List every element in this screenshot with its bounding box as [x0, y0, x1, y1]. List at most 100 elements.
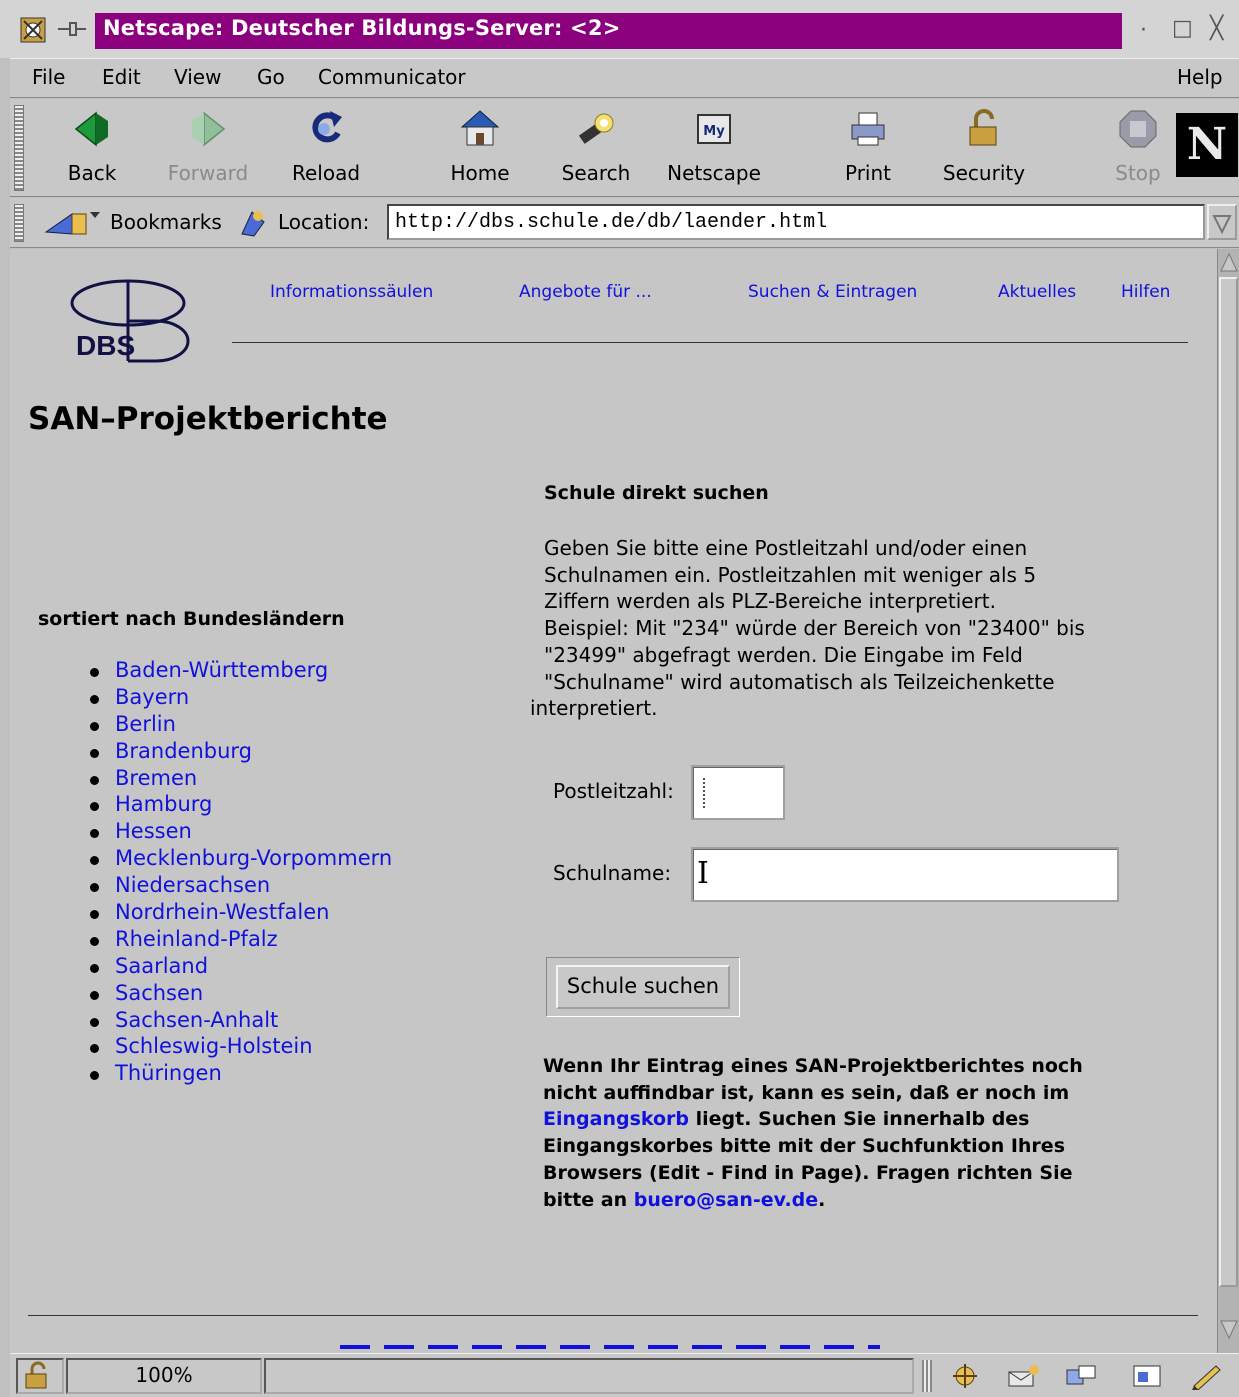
state-link[interactable]: Brandenburg	[115, 739, 252, 763]
state-link[interactable]: Mecklenburg-Vorpommern	[115, 846, 392, 870]
menu-go[interactable]: Go	[257, 65, 285, 89]
state-link[interactable]: Rheinland-Pfalz	[115, 927, 278, 951]
bullet-icon	[90, 1017, 99, 1027]
state-link[interactable]: Saarland	[115, 954, 208, 978]
security-status[interactable]	[16, 1358, 64, 1394]
state-link[interactable]: Sachsen	[115, 981, 203, 1005]
netscape-button[interactable]: My Netscape	[664, 103, 764, 191]
edit-pencil-icon[interactable]	[1190, 1362, 1224, 1390]
notice-line: Eingangskorb liegt. Suchen Sie innerhalb…	[543, 1106, 1143, 1133]
netscape-app-icon[interactable]	[20, 17, 46, 43]
url-field[interactable]: http://dbs.schule.de/db/laender.html	[387, 204, 1205, 240]
search-button[interactable]: Search	[546, 103, 646, 191]
vertical-scrollbar[interactable]	[1217, 249, 1239, 1353]
bullet-icon	[90, 963, 99, 973]
navigator-icon[interactable]	[948, 1362, 982, 1390]
menu-edit[interactable]: Edit	[102, 65, 141, 89]
pin-icon[interactable]	[56, 20, 88, 38]
stop-button[interactable]: Stop	[1088, 103, 1188, 191]
nav-aktuelles[interactable]: Aktuelles	[998, 282, 1076, 302]
state-link[interactable]: Bremen	[115, 766, 197, 790]
menu-view[interactable]: View	[174, 65, 221, 89]
page-title: SAN–Projektberichte	[28, 401, 388, 437]
email-link[interactable]: buero@san-ev.de	[634, 1189, 818, 1211]
scroll-thumb[interactable]	[1219, 277, 1238, 1287]
nav-informationssaeulen[interactable]: Informationssäulen	[270, 282, 433, 302]
close-icon[interactable]: ╳	[1210, 16, 1223, 41]
state-link[interactable]: Baden-Württemberg	[115, 658, 328, 682]
state-link[interactable]: Nordrhein-Westfalen	[115, 900, 329, 924]
composer-icon[interactable]	[1130, 1362, 1164, 1390]
maximize-icon[interactable]: □	[1172, 16, 1193, 41]
nav-angebote[interactable]: Angebote für ...	[519, 282, 652, 302]
state-link[interactable]: Thüringen	[115, 1061, 222, 1085]
state-link[interactable]: Hamburg	[115, 792, 212, 816]
nav-hilfen[interactable]: Hilfen	[1121, 282, 1170, 302]
bullet-icon	[90, 668, 99, 677]
bookmarks-label[interactable]: Bookmarks	[110, 210, 222, 234]
security-button[interactable]: Security	[934, 103, 1034, 191]
bullet-icon	[90, 748, 99, 758]
minimize-icon[interactable]: ·	[1140, 18, 1147, 43]
printer-icon	[851, 112, 885, 146]
menu-help[interactable]: Help	[1177, 65, 1223, 89]
footer-links-partial[interactable]	[340, 1345, 880, 1349]
schule-suchen-button[interactable]: Schule suchen	[556, 965, 730, 1009]
dbs-logo-text: DBS	[76, 330, 135, 361]
search-heading: Schule direkt suchen	[544, 482, 769, 504]
scroll-up-arrow-icon[interactable]	[1219, 251, 1239, 275]
reload-label: Reload	[291, 161, 361, 185]
text-caret	[703, 778, 705, 808]
forward-button[interactable]: Forward	[158, 103, 258, 191]
location-label: Location:	[278, 210, 370, 234]
back-button[interactable]: Back	[42, 103, 142, 191]
bullet-icon	[90, 721, 99, 731]
footer-divider	[28, 1315, 1198, 1316]
description-line: Ziffern werden als PLZ-Bereiche interpre…	[544, 589, 996, 614]
bullet-icon	[90, 856, 99, 866]
zoom-level: 100%	[66, 1358, 262, 1394]
nav-suchen-eintragen[interactable]: Suchen & Eintragen	[748, 282, 917, 302]
component-bar-grip[interactable]	[922, 1360, 932, 1392]
bullet-icon	[90, 829, 99, 839]
bookmarks-icon[interactable]	[44, 208, 102, 238]
state-link[interactable]: Hessen	[115, 819, 192, 843]
window-titlebar[interactable]: Netscape: Deutscher Bildungs-Server: <2>…	[0, 0, 1239, 58]
url-history-dropdown[interactable]	[1207, 204, 1237, 240]
netscape-n-logo[interactable]: N	[1176, 113, 1238, 177]
state-link[interactable]: Berlin	[115, 712, 176, 736]
state-link[interactable]: Niedersachsen	[115, 873, 270, 897]
notice-line: Eingangskorbes bitte mit der Suchfunktio…	[543, 1135, 1065, 1158]
bullet-icon	[90, 802, 99, 812]
discussion-groups-icon[interactable]	[1064, 1362, 1098, 1390]
padlock-icon	[969, 109, 997, 146]
eingangskorb-link[interactable]: Eingangskorb	[543, 1108, 689, 1130]
location-page-icon[interactable]	[238, 208, 268, 238]
bullet-icon	[90, 936, 99, 946]
description-line: Beispiel: Mit "234" würde der Bereich vo…	[544, 616, 1085, 641]
notice-line: nicht auffindbar ist, kann es sein, daß …	[543, 1081, 1070, 1104]
reload-icon	[312, 111, 342, 143]
location-grip[interactable]	[14, 204, 24, 242]
description-line: "Schulname" wird automatisch als Teilzei…	[544, 669, 1055, 694]
postleitzahl-input[interactable]	[691, 765, 785, 820]
reload-button[interactable]: Reload	[276, 103, 376, 191]
state-link[interactable]: Bayern	[115, 685, 189, 709]
print-label: Print	[844, 161, 891, 185]
menu-communicator[interactable]: Communicator	[318, 65, 466, 89]
toolbar-grip[interactable]	[14, 105, 24, 191]
menu-file[interactable]: File	[32, 65, 65, 89]
notice-fragment: bitte an	[543, 1188, 634, 1211]
dbs-logo[interactable]: DBS	[66, 277, 190, 365]
state-link[interactable]: Sachsen-Anhalt	[115, 1008, 278, 1032]
scroll-down-arrow-icon[interactable]	[1219, 1317, 1239, 1341]
state-link[interactable]: Schleswig-Holstein	[115, 1034, 313, 1058]
print-button[interactable]: Print	[818, 103, 918, 191]
states-heading: sortiert nach Bundesländern	[38, 608, 345, 630]
postleitzahl-label: Postleitzahl:	[553, 779, 674, 803]
back-arrow-icon	[74, 111, 108, 147]
svg-text:My: My	[703, 124, 725, 139]
mail-icon[interactable]	[1006, 1362, 1040, 1390]
home-button[interactable]: Home	[430, 103, 530, 191]
schulname-input[interactable]	[691, 847, 1119, 902]
